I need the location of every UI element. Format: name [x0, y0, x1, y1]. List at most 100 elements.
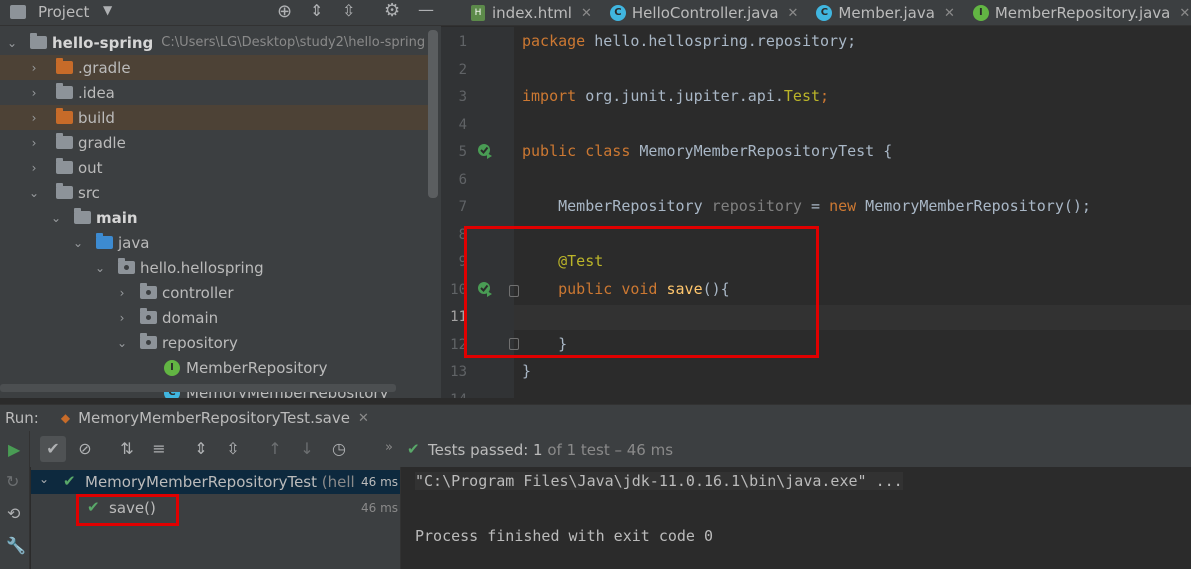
project-tool-header: Project ▼ ⊕ ⇕ ⇳ ⚙ —: [0, 0, 441, 26]
arrow-up-icon[interactable]: ↑: [262, 436, 288, 462]
chevron-down-icon: ⌄: [94, 260, 106, 275]
sort-alpha-icon[interactable]: ⇅: [114, 436, 140, 462]
line-number: 14: [441, 392, 467, 398]
package-icon: [140, 308, 157, 324]
line-number: 4: [458, 117, 467, 133]
gear-icon[interactable]: ⚙: [384, 0, 400, 21]
chevron-right-icon: ›: [119, 310, 125, 325]
wrench-icon[interactable]: 🔧: [6, 536, 26, 555]
tree-item-domain[interactable]: › domain: [0, 305, 428, 330]
tree-item-idea[interactable]: › .idea: [0, 80, 428, 105]
line-number: 7: [458, 199, 467, 215]
tree-item-gradle[interactable]: › gradle: [0, 130, 428, 155]
tab-index-html[interactable]: H index.html ✕: [441, 0, 601, 25]
expand-all-icon[interactable]: ⇕: [188, 436, 214, 462]
interface-icon: I: [164, 359, 180, 376]
tab-label: MemberRepository.java: [994, 4, 1171, 22]
tree-item-label: repository: [162, 333, 238, 352]
show-passed-icon[interactable]: ✔: [40, 436, 66, 462]
rerun-failed-icon[interactable]: ↻: [6, 472, 19, 491]
console-line: "C:\Program Files\Java\jdk-11.0.16.1\bin…: [415, 472, 903, 490]
tree-item-label: .idea: [78, 83, 115, 102]
folder-icon: [56, 158, 73, 174]
close-icon[interactable]: ✕: [581, 6, 592, 21]
sort-duration-icon[interactable]: ≡: [146, 436, 172, 462]
tree-item-memberrepository[interactable]: I MemberRepository: [0, 355, 428, 380]
tree-item-main[interactable]: ⌄ main: [0, 205, 428, 230]
collapse-all-icon[interactable]: ⇳: [220, 436, 246, 462]
close-icon[interactable]: ✕: [788, 6, 799, 21]
tab-member[interactable]: C Member.java ✕: [807, 0, 963, 25]
chevron-right-icon: ›: [31, 135, 37, 150]
run-side-toolbar: ▶ ↻ ⟲ 🔧: [0, 431, 30, 569]
tree-item-hellospring[interactable]: ⌄ hello.hellospring: [0, 255, 428, 280]
project-title[interactable]: Project: [38, 3, 89, 21]
html-file-icon: H: [471, 5, 485, 21]
test-time: 46 ms: [361, 475, 399, 489]
close-icon[interactable]: ✕: [944, 6, 955, 21]
class-icon: C: [609, 5, 626, 21]
close-icon[interactable]: ✕: [1179, 6, 1190, 21]
history-icon[interactable]: ◷: [326, 436, 352, 462]
horizontal-scrollbar[interactable]: [0, 384, 396, 392]
chevron-down-icon: ⌄: [28, 185, 40, 200]
rerun-icon[interactable]: ▶: [8, 440, 20, 459]
chevron-down-icon[interactable]: ▼: [103, 3, 112, 17]
tree-item-label: domain: [162, 308, 219, 327]
tree-item-gradle-hidden[interactable]: › .gradle: [0, 55, 428, 80]
chevron-right-icon: ›: [31, 60, 37, 75]
tree-item-repository[interactable]: ⌄ repository: [0, 330, 428, 355]
code-line-13: }: [522, 362, 532, 380]
run-test-icon[interactable]: [477, 143, 493, 159]
line-number: 3: [458, 89, 467, 105]
folder-icon: [56, 183, 73, 199]
code-line-3: import org.junit.jupiter.api.Test;: [522, 87, 830, 105]
check-icon: ✔: [407, 440, 420, 458]
tab-label: HelloController.java: [631, 4, 779, 22]
console-output[interactable]: "C:\Program Files\Java\jdk-11.0.16.1\bin…: [401, 467, 1191, 569]
tree-item-java[interactable]: ⌄ java: [0, 230, 428, 255]
package-icon: [140, 333, 157, 349]
tab-label: Member.java: [838, 4, 935, 22]
class-icon: C: [816, 5, 833, 21]
tree-item-label: build: [78, 108, 115, 127]
arrow-down-icon[interactable]: ↓: [294, 436, 320, 462]
test-status: Tests passed: 1 of 1 test – 46 ms: [428, 441, 674, 459]
test-class-name[interactable]: MemoryMemberRepositoryTest (hello.he: [85, 473, 355, 491]
minimize-icon[interactable]: —: [418, 0, 434, 19]
tree-item-out[interactable]: › out: [0, 155, 428, 180]
run-config-tab[interactable]: MemoryMemberRepositoryTest.save: [78, 409, 350, 427]
chevron-right-icon: ›: [31, 85, 37, 100]
highlight-box: [464, 226, 819, 358]
tab-memberrepository[interactable]: I MemberRepository.java ✕: [964, 0, 1191, 25]
console-line: Process finished with exit code 0: [415, 527, 714, 545]
chevron-right-icon: ›: [31, 160, 37, 175]
vertical-scrollbar[interactable]: [428, 30, 438, 198]
folder-icon: [56, 58, 73, 74]
tab-hellocontroller[interactable]: C HelloController.java ✕: [601, 0, 808, 25]
tab-label: index.html: [492, 4, 572, 22]
tree-item-label: main: [96, 208, 138, 227]
tree-item-label: hello.hellospring: [140, 258, 264, 277]
close-icon[interactable]: ✕: [358, 411, 369, 426]
tree-item-src[interactable]: ⌄ src: [0, 180, 428, 205]
code-line-5: public class MemoryMemberRepositoryTest …: [522, 142, 893, 160]
code-line-1: package hello.hellospring.repository;: [522, 32, 857, 50]
test-config-icon: ◆: [60, 411, 71, 425]
tree-item-build[interactable]: › build: [0, 105, 428, 130]
run-header: Run: ◆ MemoryMemberRepositoryTest.save ✕: [0, 404, 1191, 431]
collapse-all-icon[interactable]: ⇳: [342, 1, 355, 20]
tree-item-hello-spring[interactable]: ⌄ hello-spring C:\Users\LG\Desktop\study…: [0, 30, 428, 55]
chevron-down-icon: ⌄: [50, 210, 62, 225]
tree-item-label: .gradle: [78, 58, 131, 77]
project-window-icon: [10, 5, 26, 19]
tree-item-path: C:\Users\LG\Desktop\study2\hello-spring: [161, 35, 426, 50]
tree-item-controller[interactable]: › controller: [0, 280, 428, 305]
show-ignored-icon[interactable]: ⊘: [72, 436, 98, 462]
run-toolbar: ✔ ⊘ ⇅ ≡ ⇕ ⇳ ↑ ↓ ◷ » ✔ Tests passed: 1 of…: [0, 431, 1191, 467]
expand-all-icon[interactable]: ⇕: [310, 1, 323, 20]
test-time: 46 ms: [361, 501, 399, 515]
chevron-right-icon[interactable]: »: [385, 440, 393, 455]
toggle-auto-test-icon[interactable]: ⟲: [7, 504, 20, 523]
locate-icon[interactable]: ⊕: [277, 1, 292, 22]
